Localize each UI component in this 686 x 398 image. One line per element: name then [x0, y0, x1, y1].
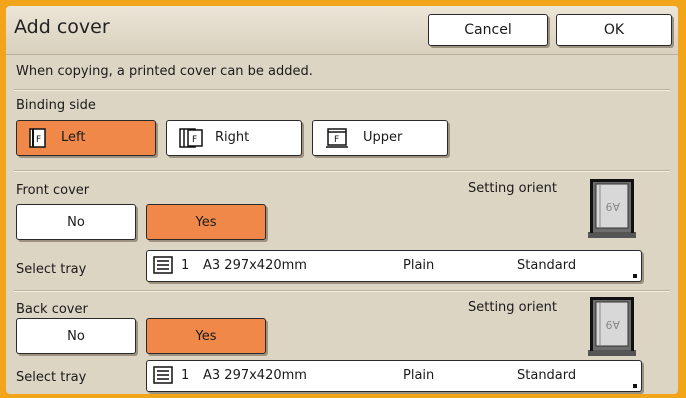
tray-number: 1 — [181, 258, 190, 273]
back-orient-icon[interactable]: A9 — [586, 296, 638, 358]
tray-icon — [153, 366, 173, 388]
tray-number: 1 — [181, 368, 190, 383]
add-cover-dialog: Add cover Cancel OK When copying, a prin… — [6, 6, 678, 394]
binding-right-label: Right — [215, 130, 250, 145]
dropdown-indicator-icon — [633, 384, 637, 388]
upper-binding-icon: F — [323, 127, 351, 153]
binding-left-button[interactable]: F Left — [16, 120, 156, 156]
divider — [14, 89, 670, 91]
svg-text:F: F — [36, 135, 41, 145]
front-orient-icon[interactable]: A9 — [586, 178, 638, 240]
dialog-title: Add cover — [14, 16, 110, 38]
tray-paper-type: Plain — [403, 258, 435, 273]
ok-button[interactable]: OK — [556, 14, 672, 46]
cancel-button[interactable]: Cancel — [428, 14, 548, 46]
right-binding-icon: F — [177, 127, 205, 153]
back-tray-selector[interactable]: 1 A3 297x420mm Plain Standard — [146, 360, 642, 392]
tray-paper-weight: Standard — [517, 368, 577, 383]
tray-paper-weight: Standard — [517, 258, 577, 273]
svg-text:A9: A9 — [605, 200, 620, 213]
binding-right-button[interactable]: F Right — [166, 120, 302, 156]
dropdown-indicator-icon — [633, 274, 637, 278]
divider — [14, 290, 670, 292]
front-cover-yes-button[interactable]: Yes — [146, 204, 266, 240]
tray-paper-type: Plain — [403, 368, 435, 383]
tray-icon — [153, 256, 173, 278]
binding-side-label: Binding side — [16, 98, 96, 113]
binding-upper-label: Upper — [363, 130, 403, 145]
front-select-tray-label: Select tray — [16, 262, 87, 277]
front-tray-selector[interactable]: 1 A3 297x420mm Plain Standard — [146, 250, 642, 282]
tray-size: A3 297x420mm — [203, 368, 307, 383]
svg-text:A9: A9 — [605, 318, 620, 331]
back-select-tray-label: Select tray — [16, 370, 87, 385]
back-setting-orient-label: Setting orient — [468, 300, 557, 315]
tray-size: A3 297x420mm — [203, 258, 307, 273]
front-cover-label: Front cover — [16, 183, 90, 198]
binding-upper-button[interactable]: F Upper — [312, 120, 448, 156]
front-cover-no-button[interactable]: No — [16, 204, 136, 240]
info-text: When copying, a printed cover can be add… — [16, 64, 313, 79]
back-cover-yes-button[interactable]: Yes — [146, 318, 266, 354]
title-bar: Add cover Cancel OK — [6, 6, 678, 55]
divider — [14, 170, 670, 172]
svg-text:F: F — [334, 135, 339, 145]
back-cover-label: Back cover — [16, 302, 88, 317]
binding-left-label: Left — [61, 130, 86, 145]
back-cover-no-button[interactable]: No — [16, 318, 136, 354]
svg-text:F: F — [192, 135, 197, 145]
front-setting-orient-label: Setting orient — [468, 181, 557, 196]
left-binding-icon: F — [27, 127, 49, 153]
